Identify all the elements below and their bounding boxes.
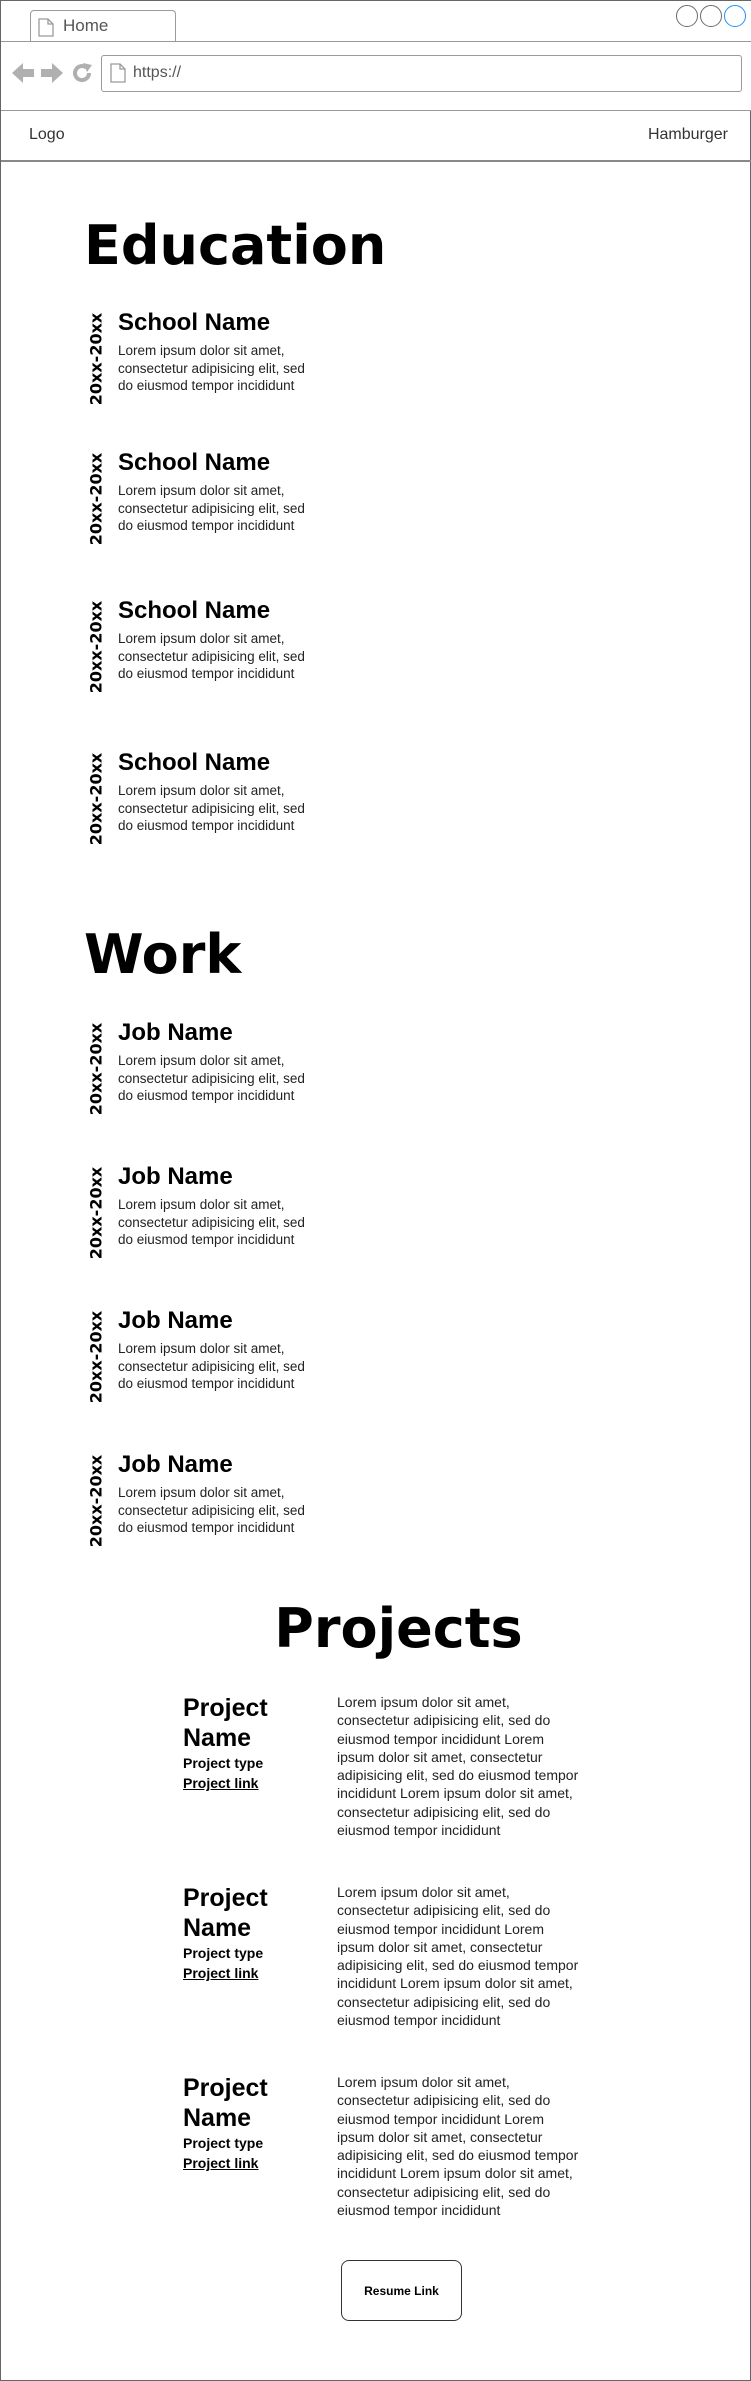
projects-heading-wrap: Projects <box>1 1599 751 1659</box>
project-description: Lorem ipsum dolor sit amet, consectetur … <box>337 2074 579 2219</box>
work-heading: Work <box>84 923 242 986</box>
entry-date: 20xx-20xx <box>86 452 106 546</box>
project-name: Project Name <box>183 1884 268 1942</box>
project-link[interactable]: Project link <box>183 1775 258 1791</box>
education-entry: 20xx-20xx School Name Lorem ipsum dolor … <box>84 309 384 419</box>
school-name: School Name <box>118 309 271 336</box>
url-input[interactable]: https:// <box>101 55 742 92</box>
url-text: https:// <box>133 64 182 81</box>
project-card: Project Name Project type Project link L… <box>183 2073 583 2243</box>
page-icon <box>38 18 54 42</box>
project-description: Lorem ipsum dolor sit amet, consectetur … <box>337 1884 579 2029</box>
entry-description: Lorem ipsum dolor sit amet, consectetur … <box>118 1341 305 1391</box>
browser-window: Home https:// Logo Hamburger Education 2… <box>0 0 751 2381</box>
job-name: Job Name <box>118 1163 233 1190</box>
entry-date: 20xx-20xx <box>86 752 106 846</box>
tab-home[interactable]: Home <box>30 10 176 42</box>
entry-date: 20xx-20xx <box>86 1454 106 1548</box>
tab-bar: Home <box>1 1 751 42</box>
forward-arrow-icon[interactable] <box>40 62 64 89</box>
school-name: School Name <box>118 749 271 776</box>
project-description: Lorem ipsum dolor sit amet, consectetur … <box>337 1694 579 1839</box>
logo[interactable]: Logo <box>29 126 65 144</box>
entry-date: 20xx-20xx <box>86 1022 106 1116</box>
close-button[interactable] <box>724 5 746 27</box>
entry-description: Lorem ipsum dolor sit amet, consectetur … <box>118 483 305 533</box>
entry-date: 20xx-20xx <box>86 1166 106 1260</box>
header-divider <box>1 160 751 162</box>
entry-description: Lorem ipsum dolor sit amet, consectetur … <box>118 783 305 833</box>
entry-description: Lorem ipsum dolor sit amet, consectetur … <box>118 343 305 393</box>
school-name: School Name <box>118 597 271 624</box>
project-link[interactable]: Project link <box>183 1965 258 1981</box>
entry-description: Lorem ipsum dolor sit amet, consectetur … <box>118 1485 305 1535</box>
job-name: Job Name <box>118 1019 233 1046</box>
hamburger-menu[interactable]: Hamburger <box>648 126 728 144</box>
work-entry: 20xx-20xx Job Name Lorem ipsum dolor sit… <box>84 1307 384 1417</box>
resume-link-button[interactable]: Resume Link <box>341 2260 462 2321</box>
work-entry: 20xx-20xx Job Name Lorem ipsum dolor sit… <box>84 1451 384 1561</box>
education-heading: Education <box>84 214 387 277</box>
project-card: Project Name Project type Project link L… <box>183 1883 583 2053</box>
project-link[interactable]: Project link <box>183 2155 258 2171</box>
entry-date: 20xx-20xx <box>86 312 106 406</box>
back-arrow-icon[interactable] <box>11 62 35 89</box>
job-name: Job Name <box>118 1307 233 1334</box>
project-type: Project type <box>183 1945 264 1961</box>
reload-icon[interactable] <box>71 62 93 89</box>
entry-date: 20xx-20xx <box>86 1310 106 1404</box>
project-type: Project type <box>183 2135 264 2151</box>
project-type: Project type <box>183 1755 264 1771</box>
site-header: Logo Hamburger <box>1 111 751 161</box>
address-bar-area: https:// <box>1 42 751 110</box>
project-name: Project Name <box>183 2074 268 2132</box>
entry-date: 20xx-20xx <box>86 600 106 694</box>
work-entry: 20xx-20xx Job Name Lorem ipsum dolor sit… <box>84 1163 384 1273</box>
minimize-button[interactable] <box>676 5 698 27</box>
project-name: Project Name <box>183 1694 268 1752</box>
entry-description: Lorem ipsum dolor sit amet, consectetur … <box>118 631 305 681</box>
job-name: Job Name <box>118 1451 233 1478</box>
education-entry: 20xx-20xx School Name Lorem ipsum dolor … <box>84 749 384 859</box>
page-icon <box>110 63 126 88</box>
education-entry: 20xx-20xx School Name Lorem ipsum dolor … <box>84 449 384 559</box>
work-entry: 20xx-20xx Job Name Lorem ipsum dolor sit… <box>84 1019 384 1129</box>
education-entry: 20xx-20xx School Name Lorem ipsum dolor … <box>84 597 384 707</box>
tab-label: Home <box>63 16 109 35</box>
school-name: School Name <box>118 449 271 476</box>
entry-description: Lorem ipsum dolor sit amet, consectetur … <box>118 1197 305 1247</box>
entry-description: Lorem ipsum dolor sit amet, consectetur … <box>118 1053 305 1103</box>
projects-heading: Projects <box>274 1597 523 1660</box>
project-card: Project Name Project type Project link L… <box>183 1693 583 1863</box>
maximize-button[interactable] <box>700 5 722 27</box>
